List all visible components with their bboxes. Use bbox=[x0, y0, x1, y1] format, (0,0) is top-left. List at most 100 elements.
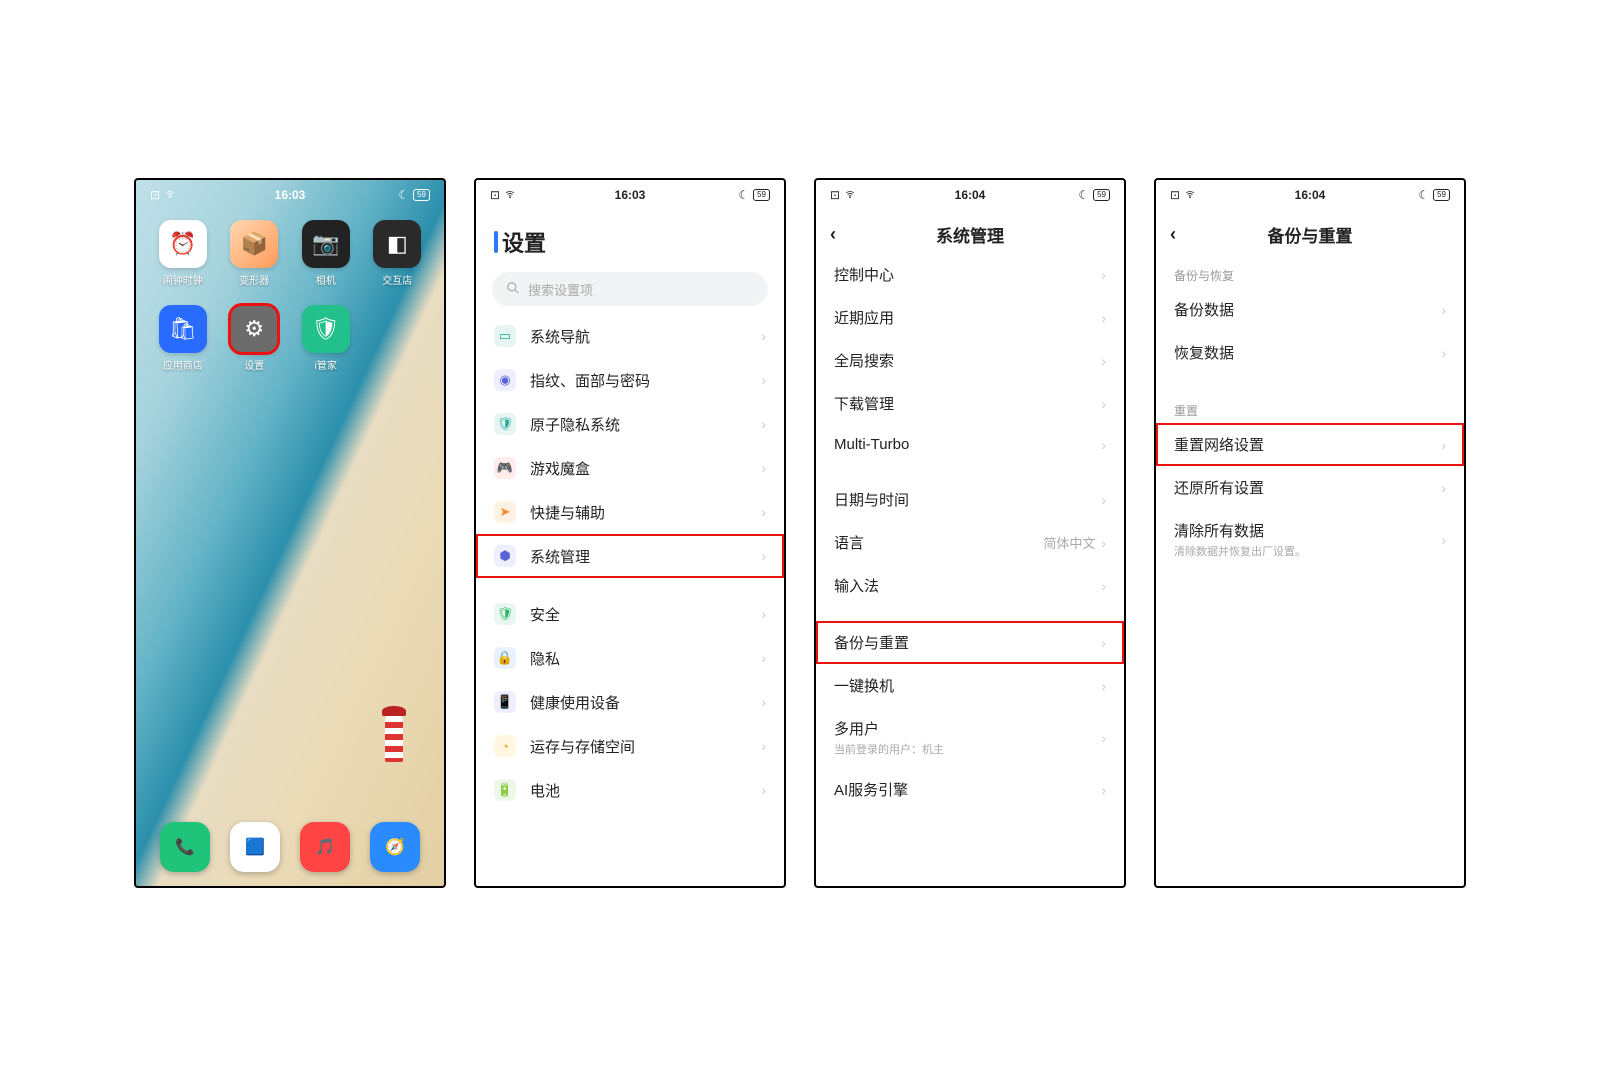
row-label: AI服务引擎 bbox=[834, 779, 1101, 800]
list-row[interactable]: 备份数据› bbox=[1156, 288, 1464, 331]
row-label: 日期与时间 bbox=[834, 489, 1101, 510]
system-management-list: 控制中心›近期应用›全局搜索›下载管理›Multi-Turbo›日期与时间›语言… bbox=[816, 253, 1124, 886]
row-label: 恢复数据 bbox=[1174, 342, 1441, 363]
dnd-icon: ☾ bbox=[1078, 188, 1089, 202]
home-app-0[interactable]: ⏰闹钟时钟 bbox=[154, 220, 212, 287]
row-label: 语言 bbox=[834, 532, 1043, 553]
dock-app-1[interactable]: 🟦 bbox=[230, 822, 280, 872]
dock-app-2[interactable]: 🎵 bbox=[300, 822, 350, 872]
list-row[interactable]: 恢复数据› bbox=[1156, 331, 1464, 374]
dnd-icon: ☾ bbox=[1418, 188, 1429, 202]
chevron-right-icon: › bbox=[761, 650, 766, 666]
sim-icon: ⊡ bbox=[490, 188, 500, 202]
row-label: 隐私 bbox=[530, 648, 761, 669]
home-app-5[interactable]: ⚙设置 bbox=[225, 305, 283, 372]
row-subtitle: 当前登录的用户：机主 bbox=[834, 741, 1101, 757]
row-label: Multi-Turbo bbox=[834, 436, 1101, 453]
list-row[interactable]: 🔋电池› bbox=[476, 768, 784, 812]
page-title: 系统管理 bbox=[936, 222, 1004, 247]
chevron-right-icon: › bbox=[761, 738, 766, 754]
row-label: 电池 bbox=[530, 780, 761, 801]
app-icon: 📷 bbox=[302, 220, 350, 268]
screen-home: ⊡ 16:03 ☾ 59 ⏰闹钟时钟📦变形器📷相机◧交互店🛍应用商店⚙设置🛡i管… bbox=[134, 178, 446, 888]
row-icon: 📱 bbox=[494, 691, 516, 713]
status-bar: ⊡ 16:04 ☾ 59 bbox=[816, 180, 1124, 210]
row-icon: ➤ bbox=[494, 501, 516, 523]
list-row[interactable]: Multi-Turbo› bbox=[816, 425, 1124, 464]
status-time: 16:03 bbox=[615, 188, 646, 202]
dnd-icon: ☾ bbox=[738, 188, 749, 202]
list-row[interactable]: 多用户当前登录的用户：机主› bbox=[816, 707, 1124, 768]
row-icon: 🛡 bbox=[494, 603, 516, 625]
home-app-2[interactable]: 📷相机 bbox=[297, 220, 355, 287]
row-label: 输入法 bbox=[834, 575, 1101, 596]
list-row[interactable]: ◉指纹、面部与密码› bbox=[476, 358, 784, 402]
separator bbox=[476, 578, 784, 592]
list-row[interactable]: 全局搜索› bbox=[816, 339, 1124, 382]
row-label: 控制中心 bbox=[834, 264, 1101, 285]
row-label: 系统管理 bbox=[530, 546, 761, 567]
row-label: 重置网络设置 bbox=[1174, 434, 1441, 455]
list-row[interactable]: ⬢系统管理› bbox=[476, 534, 784, 578]
app-label: 设置 bbox=[244, 357, 264, 372]
list-row[interactable]: 📱 健康使用设备› bbox=[476, 680, 784, 724]
dock-app-3[interactable]: 🧭 bbox=[370, 822, 420, 872]
row-icon: ▭ bbox=[494, 325, 516, 347]
screen-backup-reset: ⊡ 16:04 ☾ 59 ‹ 备份与重置 备份与恢复备份数据›恢复数据›重置重置… bbox=[1154, 178, 1466, 888]
status-time: 16:04 bbox=[1295, 188, 1326, 202]
row-label: 健康使用设备 bbox=[530, 692, 761, 713]
list-row[interactable]: ➤快捷与辅助› bbox=[476, 490, 784, 534]
row-label: 清除所有数据 bbox=[1174, 520, 1441, 541]
list-row[interactable]: 近期应用› bbox=[816, 296, 1124, 339]
list-row[interactable]: 🔒隐私› bbox=[476, 636, 784, 680]
list-row[interactable]: 🛡原子隐私系统› bbox=[476, 402, 784, 446]
chevron-right-icon: › bbox=[1441, 437, 1446, 453]
section-label: 备份与恢复 bbox=[1156, 253, 1464, 288]
list-row[interactable]: ◔运存与存储空间› bbox=[476, 724, 784, 768]
row-label: 安全 bbox=[530, 604, 761, 625]
home-app-6[interactable]: 🛡i管家 bbox=[297, 305, 355, 372]
list-row[interactable]: AI服务引擎› bbox=[816, 768, 1124, 811]
wifi-icon bbox=[844, 188, 856, 202]
list-row[interactable]: 还原所有设置› bbox=[1156, 466, 1464, 509]
list-row[interactable]: 清除所有数据清除数据并恢复出厂设置。› bbox=[1156, 509, 1464, 570]
row-label: 指纹、面部与密码 bbox=[530, 370, 761, 391]
row-label: 一键换机 bbox=[834, 675, 1101, 696]
back-button[interactable]: ‹ bbox=[830, 224, 836, 245]
list-row[interactable]: ▭系统导航› bbox=[476, 314, 784, 358]
chevron-right-icon: › bbox=[1441, 532, 1446, 548]
battery-badge: 59 bbox=[1433, 189, 1450, 201]
home-app-3[interactable]: ◧交互店 bbox=[368, 220, 426, 287]
row-label: 全局搜索 bbox=[834, 350, 1101, 371]
chevron-right-icon: › bbox=[1101, 730, 1106, 746]
list-row[interactable]: 🎮游戏魔盒› bbox=[476, 446, 784, 490]
row-label: 备份与重置 bbox=[834, 632, 1101, 653]
row-label: 系统导航 bbox=[530, 326, 761, 347]
backup-reset-list: 备份与恢复备份数据›恢复数据›重置重置网络设置›还原所有设置›清除所有数据清除数… bbox=[1156, 253, 1464, 886]
home-app-1[interactable]: 📦变形器 bbox=[225, 220, 283, 287]
separator bbox=[1156, 374, 1464, 388]
list-row[interactable]: 一键换机› bbox=[816, 664, 1124, 707]
chevron-right-icon: › bbox=[1101, 782, 1106, 798]
list-row[interactable]: 控制中心› bbox=[816, 253, 1124, 296]
settings-search[interactable]: 搜索设置项 bbox=[492, 272, 768, 306]
list-row[interactable]: 日期与时间› bbox=[816, 478, 1124, 521]
battery-badge: 59 bbox=[753, 189, 770, 201]
list-row[interactable]: 输入法› bbox=[816, 564, 1124, 607]
list-row[interactable]: 🛡安全› bbox=[476, 592, 784, 636]
app-label: 变形器 bbox=[239, 272, 269, 287]
list-row[interactable]: 重置网络设置› bbox=[1156, 423, 1464, 466]
list-row[interactable]: 语言简体中文› bbox=[816, 521, 1124, 564]
chevron-right-icon: › bbox=[1101, 353, 1106, 369]
list-row[interactable]: 下载管理› bbox=[816, 382, 1124, 425]
dock-app-0[interactable]: 📞 bbox=[160, 822, 210, 872]
back-button[interactable]: ‹ bbox=[1170, 224, 1176, 245]
app-icon: 🛍 bbox=[159, 305, 207, 353]
row-label: 原子隐私系统 bbox=[530, 414, 761, 435]
page-title: 备份与重置 bbox=[1268, 222, 1353, 247]
chevron-right-icon: › bbox=[761, 694, 766, 710]
row-subtitle: 清除数据并恢复出厂设置。 bbox=[1174, 543, 1441, 559]
home-app-4[interactable]: 🛍应用商店 bbox=[154, 305, 212, 372]
list-row[interactable]: 备份与重置› bbox=[816, 621, 1124, 664]
row-label: 游戏魔盒 bbox=[530, 458, 761, 479]
